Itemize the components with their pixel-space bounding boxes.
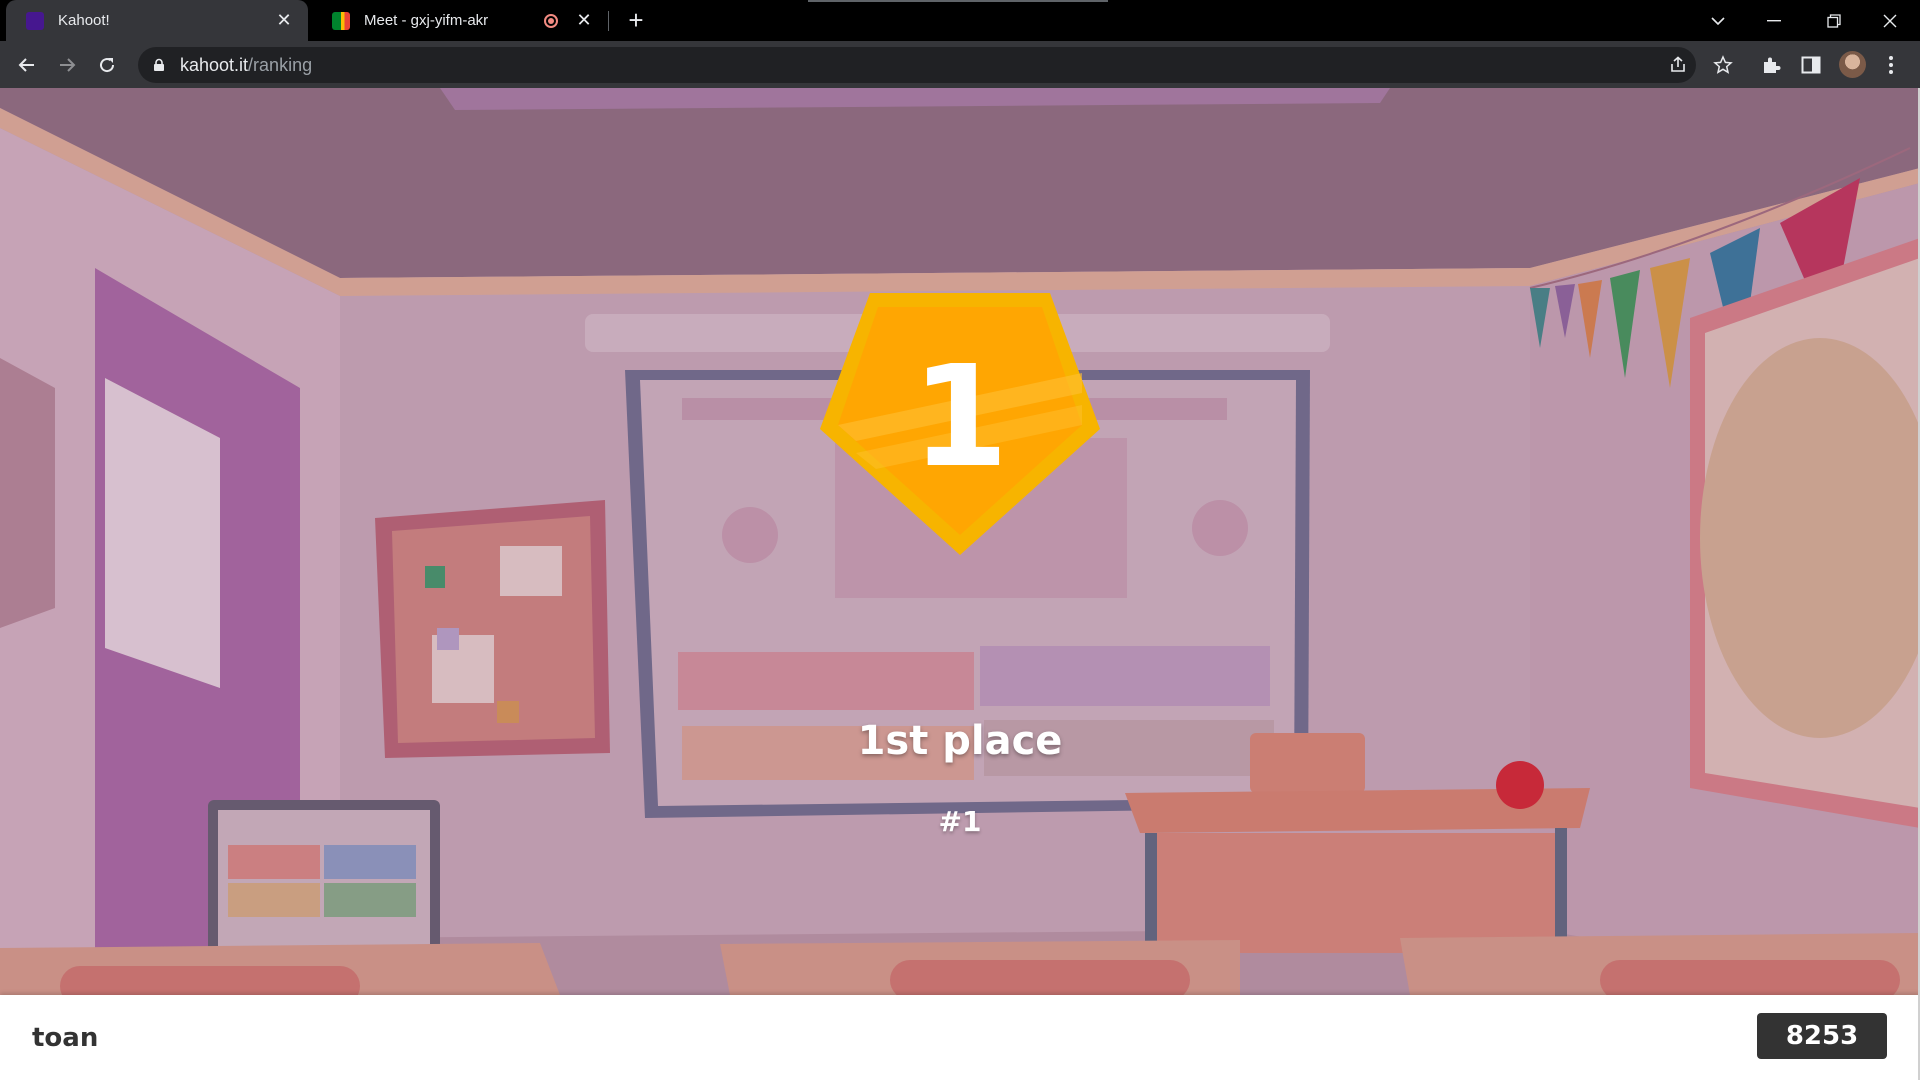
profile-avatar[interactable] (1839, 51, 1866, 78)
extensions-icon[interactable] (1759, 53, 1783, 77)
url-text: kahoot.it/ranking (180, 55, 312, 76)
url-path: /ranking (248, 54, 313, 75)
kahoot-favicon-icon (26, 11, 44, 30)
url-domain: kahoot.it (180, 54, 249, 75)
share-icon[interactable] (1668, 55, 1688, 75)
tab-strip: Kahoot! ✕ Meet - gxj-yifm-akr ✕ + (0, 0, 1920, 41)
first-place-podium-icon: 1 (820, 293, 1100, 555)
tab-strip-indicator (808, 0, 1108, 2)
rank-label: #1 (938, 805, 982, 838)
side-panel-icon[interactable] (1799, 53, 1823, 77)
tab-meet[interactable]: Meet - gxj-yifm-akr ✕ (312, 0, 608, 41)
close-tab-icon[interactable]: ✕ (574, 10, 594, 31)
forward-icon[interactable] (51, 49, 83, 81)
minimize-icon[interactable] (1746, 0, 1802, 41)
back-icon[interactable] (11, 49, 43, 81)
menu-icon[interactable] (1879, 53, 1903, 77)
reload-icon[interactable] (91, 49, 123, 81)
podium-number: 1 (911, 336, 1008, 499)
meet-favicon-icon (332, 11, 350, 30)
close-tab-icon[interactable]: ✕ (274, 10, 294, 31)
kahoot-ranking-page: 1 1st place #1 toan 8253 (0, 88, 1920, 1080)
place-title: 1st place (857, 718, 1063, 764)
tab-kahoot[interactable]: Kahoot! ✕ (6, 0, 308, 41)
tab-separator (608, 11, 609, 31)
lock-icon[interactable] (152, 58, 166, 72)
address-bar[interactable]: kahoot.it/ranking (138, 47, 1696, 83)
tab-search-icon[interactable] (1690, 0, 1746, 41)
tab-title: Meet - gxj-yifm-akr (364, 12, 489, 29)
player-name: toan (32, 1023, 99, 1053)
close-window-icon[interactable] (1862, 0, 1918, 41)
tab-title: Kahoot! (58, 12, 110, 29)
recording-icon (544, 13, 558, 28)
score-badge: 8253 (1757, 1013, 1887, 1059)
player-footer: toan 8253 (0, 995, 1920, 1080)
browser-toolbar: kahoot.it/ranking (0, 41, 1920, 88)
bookmark-star-icon[interactable] (1713, 55, 1733, 75)
restore-icon[interactable] (1806, 0, 1862, 41)
new-tab-icon[interactable]: + (622, 7, 650, 34)
